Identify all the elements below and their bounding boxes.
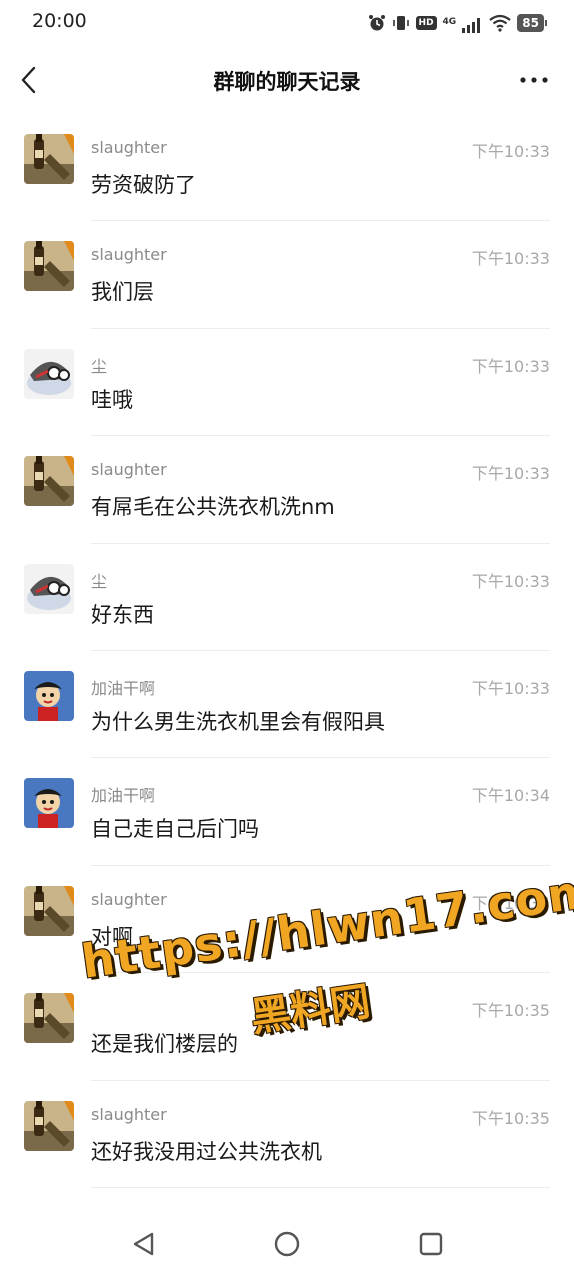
nav-back-button[interactable] [124,1224,164,1264]
avatar[interactable] [24,778,74,829]
sender-name: slaughter [91,138,167,157]
message-item[interactable]: 加油干啊 下午10:33 为什么男生洗衣机里会有假阳具 [0,651,574,759]
status-time: 20:00 [32,10,87,32]
message-text: 自己走自己后门吗 [91,817,259,842]
beer-avatar-icon [24,885,74,936]
message-text: 有屌毛在公共洗衣机洗nm [91,495,335,520]
luffy-avatar-icon [24,670,74,721]
message-time: 下午10:33 [471,678,550,698]
avatar[interactable] [24,563,74,614]
beer-avatar-icon [24,1100,74,1151]
avatar[interactable] [24,241,74,292]
system-navigation-bar [0,1204,574,1280]
avatar[interactable] [24,348,74,399]
message-text: 哇哦 [91,387,133,412]
message-time: 下午10:35 [471,893,550,913]
message-time: 下午10:33 [471,142,550,161]
hd-icon: HD [415,16,437,30]
battery-indicator: 85 [517,14,547,32]
message-item[interactable]: 下午10:35 还是我们楼层的 [0,973,574,1081]
avatar[interactable] [24,456,74,507]
avatar[interactable] [24,1100,74,1151]
message-time: 下午10:33 [471,249,550,269]
message-time: 下午10:35 [471,1108,550,1128]
wifi-icon [489,14,511,32]
more-dots-icon [520,77,548,83]
message-list[interactable]: slaughter 下午10:33 劳资破防了 slaughter 下午10:33 我们层… [0,114,574,1204]
beer-avatar-icon [24,241,74,292]
message-text: 对啊 [91,924,133,949]
nav-home-button[interactable] [267,1224,307,1264]
avatar[interactable] [24,885,74,936]
square-recents-icon [419,1232,443,1256]
message-item[interactable]: slaughter 下午10:35 对啊 [0,866,574,974]
beer-avatar-icon [24,456,74,507]
message-text: 还是我们楼层的 [91,1032,238,1057]
sender-name: 加油干啊 [91,786,156,806]
circle-home-icon [274,1231,300,1257]
status-bar: 20:00 HD 4G 85 [0,0,574,46]
more-options-button[interactable] [518,70,550,90]
sender-name: 尘 [91,571,108,591]
message-item[interactable]: 尘 下午10:33 哇哦 [0,329,574,437]
avatar[interactable] [24,134,74,184]
beer-avatar-icon [24,134,74,184]
sender-name: slaughter [91,1104,167,1124]
divider [91,1186,550,1188]
luffy-avatar-icon [24,778,74,829]
message-time: 下午10:33 [471,464,550,484]
message-time: 下午10:35 [471,1001,550,1021]
message-item[interactable]: slaughter 下午10:33 劳资破防了 [0,114,574,222]
avatar[interactable] [24,993,74,1044]
message-text: 还好我没用过公共洗衣机 [91,1139,322,1164]
sender-name: slaughter [91,460,167,480]
cartoon-avatar-icon [24,563,74,614]
header-bar: 群聊的聊天记录 [0,46,574,114]
sender-name: slaughter [91,889,167,909]
message-item[interactable]: slaughter 下午10:35 还好我没用过公共洗衣机 [0,1081,574,1188]
message-time: 下午10:33 [471,571,550,591]
beer-avatar-icon [24,993,74,1044]
message-item[interactable]: slaughter 下午10:33 有屌毛在公共洗衣机洗nm [0,436,574,544]
message-item[interactable]: slaughter 下午10:33 我们层 [0,221,574,329]
message-item[interactable]: 尘 下午10:33 好东西 [0,544,574,651]
vibrate-icon [392,16,409,30]
message-text: 为什么男生洗衣机里会有假阳具 [91,709,385,734]
sender-name: 尘 [91,356,108,376]
network-type-label: 4G [442,16,457,27]
cellular-signal-icon: 4G [443,14,484,33]
message-text: 好东西 [91,602,154,627]
message-text: 劳资破防了 [91,173,196,197]
alarm-icon [368,15,385,31]
avatar[interactable] [24,670,74,721]
message-time: 下午10:34 [471,786,550,806]
message-item[interactable]: 加油干啊 下午10:34 自己走自己后门吗 [0,758,574,866]
sender-name: 加油干啊 [91,678,156,698]
sender-name: slaughter [91,245,167,265]
message-text: 我们层 [91,280,154,305]
page-title: 群聊的聊天记录 [213,70,361,94]
message-time: 下午10:33 [471,356,550,376]
status-icons: HD 4G 85 [368,12,547,34]
nav-recents-button[interactable] [411,1224,451,1264]
cartoon-avatar-icon [24,348,74,399]
triangle-back-icon [133,1232,154,1256]
